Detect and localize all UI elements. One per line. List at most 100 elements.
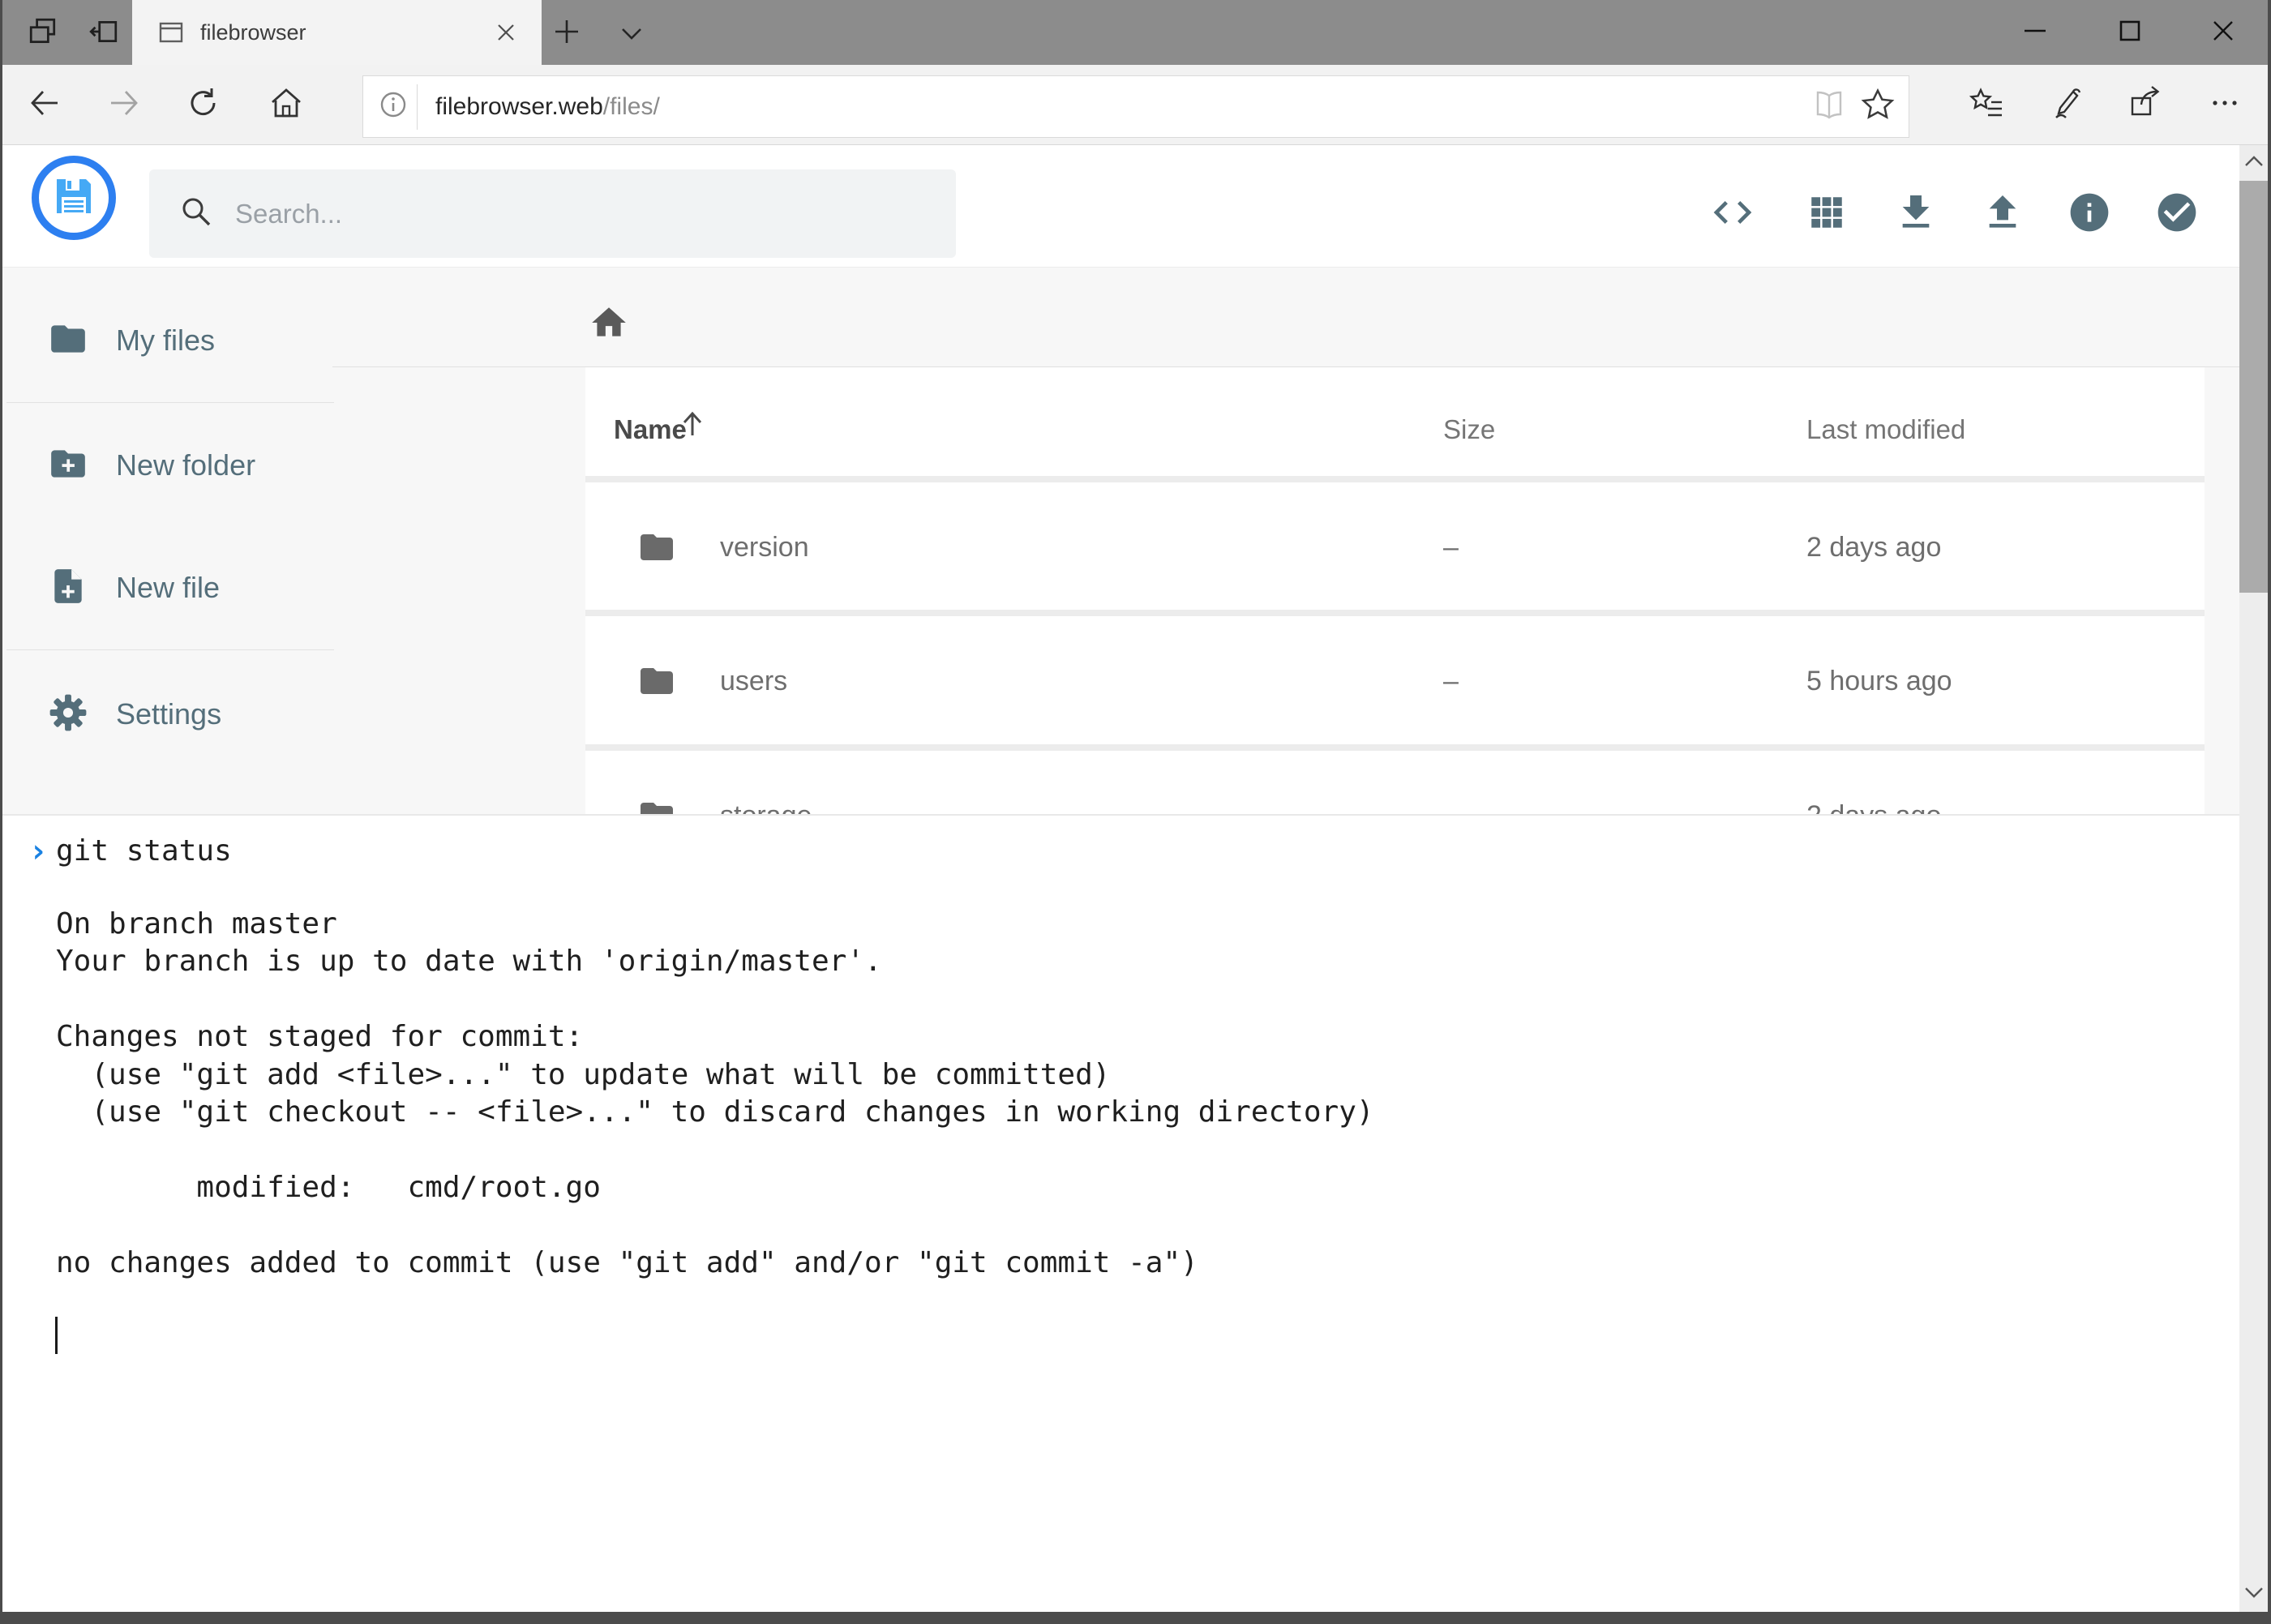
page-scrollbar[interactable] [2239, 145, 2268, 1612]
set-tabs-aside-button[interactable] [81, 15, 126, 52]
favorites-hub-button[interactable] [1958, 76, 2015, 133]
terminal-output-line [56, 868, 1374, 906]
navigation-bar: filebrowser.web/files/ [0, 65, 2271, 145]
web-note-button[interactable] [2037, 76, 2094, 133]
grid-view-button[interactable] [1789, 177, 1864, 251]
address-bar[interactable]: filebrowser.web/files/ [362, 75, 1909, 138]
prompt-chevron-icon: › [28, 832, 48, 871]
sidebar-item-new-folder[interactable]: New folder [25, 432, 311, 499]
app-content: My files New folder New file Settings Na… [2, 268, 2239, 814]
info-circle-icon [2067, 190, 2112, 239]
search-icon [149, 194, 214, 234]
switch-view-code-button[interactable] [1695, 177, 1770, 251]
search-input[interactable] [235, 199, 900, 229]
scrollbar-up-button[interactable] [2239, 145, 2268, 181]
address-bar-divider [417, 84, 418, 130]
breadcrumb-home-button[interactable] [583, 298, 635, 350]
search-box[interactable] [149, 169, 956, 258]
home-button[interactable] [258, 76, 315, 133]
file-size: – [1443, 800, 1459, 814]
terminal-output-line: Your branch is up to date with 'origin/m… [56, 943, 1374, 981]
file-row-version[interactable]: version – 2 days ago [585, 482, 2205, 610]
download-icon [1893, 190, 1939, 239]
sidebar-item-my-files[interactable]: My files [25, 307, 311, 374]
tab-preview-icon [28, 16, 58, 51]
upload-button[interactable] [1965, 177, 2040, 251]
url-host: filebrowser.web [435, 93, 603, 120]
file-row-users[interactable]: users – 5 hours ago [585, 616, 2205, 744]
folder-icon [25, 319, 88, 363]
window-close-button[interactable] [2194, 6, 2252, 58]
terminal-output-line: Changes not staged for commit: [56, 1018, 1374, 1056]
set-aside-icon [88, 16, 119, 51]
file-row-storage[interactable]: storage – 2 days ago [585, 751, 2205, 814]
sidebar-label: New file [116, 571, 220, 605]
window-border-bottom [0, 1612, 2271, 1624]
sidebar-label: New folder [116, 448, 255, 482]
share-icon [2126, 84, 2165, 126]
filebrowser-logo[interactable] [32, 156, 116, 240]
info-button[interactable] [2052, 177, 2127, 251]
select-multiple-button[interactable] [2140, 177, 2214, 251]
file-name: version [720, 532, 809, 563]
add-favorite-star-button[interactable] [1853, 83, 1902, 131]
page-favicon-icon [156, 18, 186, 47]
window-maximize-button[interactable] [2101, 6, 2159, 58]
window-minimize-button[interactable] [2006, 6, 2064, 58]
home-icon [268, 84, 305, 126]
hub-star-list-icon [1967, 84, 2006, 126]
terminal-command: git status [56, 832, 232, 871]
download-button[interactable] [1879, 177, 1953, 251]
terminal-panel[interactable]: › git status On branch master Your branc… [2, 814, 2239, 1612]
plus-icon [552, 17, 581, 50]
file-listing: Name Size Last modified version – 2 days… [585, 367, 2205, 814]
window-border-right [2268, 0, 2271, 1624]
terminal-output-line [56, 1207, 1374, 1245]
file-modified: 2 days ago [1806, 532, 1941, 563]
sidebar-label: My files [116, 324, 215, 358]
share-button[interactable] [2117, 76, 2174, 133]
file-name: storage [720, 800, 812, 814]
forward-button[interactable] [96, 76, 152, 133]
sidebar-item-settings[interactable]: Settings [25, 681, 311, 748]
column-header-size[interactable]: Size [1443, 414, 1495, 445]
scrollbar-down-button[interactable] [2239, 1576, 2268, 1612]
row-separator [585, 610, 2205, 616]
reading-view-button[interactable] [1805, 83, 1853, 131]
home-filled-icon [589, 302, 629, 347]
floppy-disk-icon [50, 173, 97, 224]
chevron-down-icon [2243, 1585, 2265, 1604]
url-text: filebrowser.web/files/ [435, 93, 1805, 121]
code-brackets-icon [1710, 190, 1755, 239]
create-new-folder-icon [25, 443, 88, 488]
tab-preview-button[interactable] [20, 15, 66, 52]
column-header-modified[interactable]: Last modified [1806, 414, 1965, 445]
new-tab-button[interactable] [545, 15, 589, 52]
file-name: users [720, 666, 787, 697]
row-separator [585, 744, 2205, 751]
maximize-icon [2118, 19, 2142, 47]
active-tab[interactable]: filebrowser [132, 0, 542, 65]
star-icon [1859, 86, 1896, 127]
site-info-icon[interactable] [378, 89, 409, 124]
sidebar-item-new-file[interactable]: New file [25, 555, 311, 621]
terminal-output-line: no changes added to commit (use "git add… [56, 1245, 1374, 1283]
terminal-output-line: (use "git add <file>..." to update what … [56, 1056, 1374, 1095]
filebrowser-header [2, 145, 2268, 268]
back-button[interactable] [16, 76, 73, 133]
chevron-down-icon [618, 24, 645, 47]
sidebar-label: Settings [116, 697, 221, 731]
forward-arrow-icon [106, 85, 142, 125]
window-border-left [0, 0, 2, 1624]
file-modified: 5 hours ago [1806, 666, 1952, 697]
check-circle-icon [2154, 190, 2200, 239]
sort-ascending-arrow-icon[interactable] [675, 406, 710, 446]
tab-list-dropdown-button[interactable] [610, 19, 653, 50]
scrollbar-thumb[interactable] [2239, 181, 2268, 593]
settings-more-button[interactable] [2196, 76, 2253, 133]
refresh-button[interactable] [175, 76, 232, 133]
reading-view-book-icon [1810, 86, 1848, 127]
grid-icon [1806, 192, 1847, 237]
tab-title: filebrowser [200, 20, 488, 45]
tab-close-button[interactable] [488, 15, 524, 50]
